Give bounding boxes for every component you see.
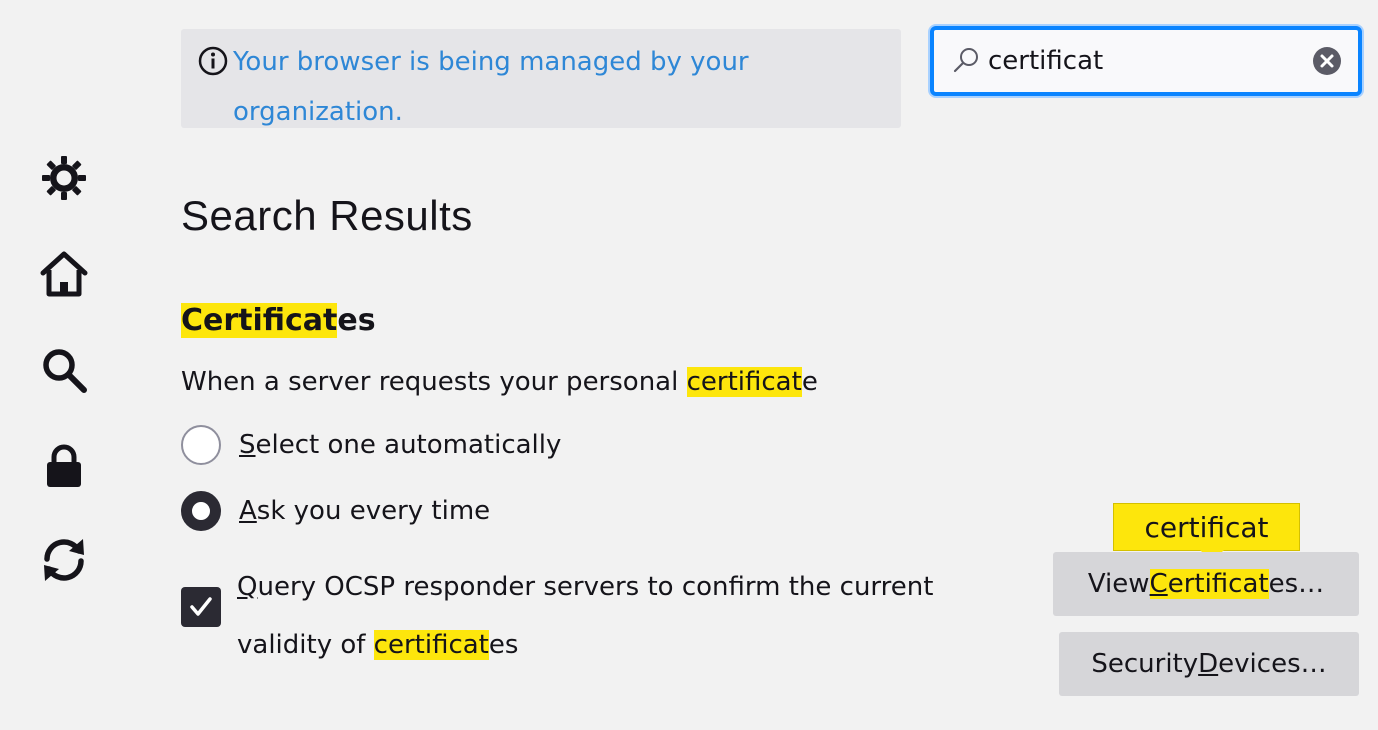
managed-link[interactable]: Your browser is being managed by your or… [233,37,793,137]
ocsp-checkbox[interactable] [181,587,221,627]
radio-button[interactable] [181,425,221,465]
desc-highlight: certificat [686,367,802,397]
magnifier-icon [953,48,978,73]
radio-select-automatically[interactable]: Select one automatically [181,425,561,465]
sidebar-item-search[interactable] [36,342,92,398]
search-field[interactable] [930,26,1362,96]
sync-icon [44,539,84,581]
certificate-request-description: When a server requests your personal cer… [181,361,818,403]
radio-button-checked[interactable] [181,491,221,531]
view-certificates-button[interactable]: View Certificat es… [1053,552,1359,616]
ocsp-checkbox-row[interactable]: Query OCSP responder servers to confirm … [181,560,1021,670]
clear-icon[interactable] [1312,46,1342,76]
sidebar-item-general[interactable] [36,150,92,206]
info-icon [198,46,228,76]
radio-label: Select one automatically [239,430,562,460]
desc-post: e [801,367,818,397]
search-match-tooltip: certificat [1113,503,1300,562]
radio-ask-every-time[interactable]: Ask you every time [181,491,490,531]
sidebar-item-sync[interactable] [36,532,92,588]
gear-icon [42,156,86,200]
heading-highlight: Certificat [181,303,338,338]
checkmark-icon [190,597,212,616]
home-icon [40,251,88,297]
desc-pre: When a server requests your personal [181,367,687,397]
managed-notice: Your browser is being managed by your or… [181,29,901,128]
radio-label: Ask you every time [239,496,491,526]
page-title: Search Results [181,192,473,239]
search-input[interactable] [988,40,1288,82]
search-icon [43,349,87,393]
lock-icon [47,444,81,487]
sidebar-item-home[interactable] [36,246,92,302]
security-devices-button[interactable]: Security Devices… [1059,632,1359,696]
heading-rest: es [337,303,376,338]
settings-page: Your browser is being managed by your or… [0,0,1378,730]
sidebar-item-privacy[interactable] [36,438,92,494]
ocsp-label: Query OCSP responder servers to confirm … [237,572,934,660]
certificates-heading: Certificates [181,298,376,344]
